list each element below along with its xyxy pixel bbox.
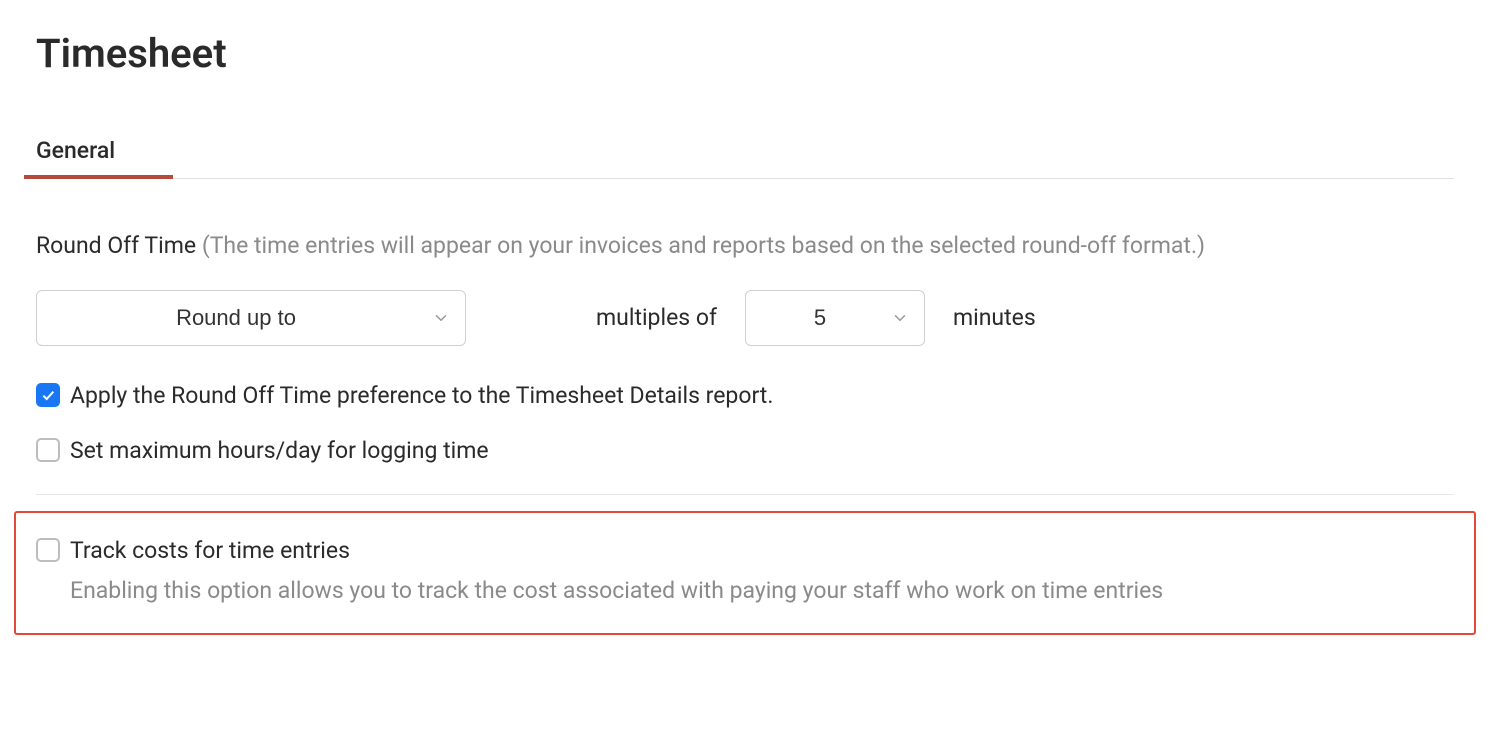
settings-content: Round Off Time (The time entries will ap… [36,179,1454,635]
track-costs-highlight: Track costs for time entries Enabling th… [14,511,1476,635]
round-off-hint: (The time entries will appear on your in… [202,232,1205,259]
page-title: Timesheet [36,30,1454,77]
round-off-controls: Round up to multiples of 5 minutes [36,290,1454,346]
max-hours-label: Set maximum hours/day for logging time [70,437,489,464]
tab-bar: General [36,137,1454,179]
max-hours-row: Set maximum hours/day for logging time [36,437,1454,464]
apply-to-report-label: Apply the Round Off Time preference to t… [70,382,773,409]
round-off-label-row: Round Off Time (The time entries will ap… [36,229,1454,264]
minutes-label: minutes [953,304,1036,331]
round-off-label: Round Off Time [36,232,196,259]
round-value-select[interactable]: 5 [745,290,925,346]
track-costs-checkbox[interactable] [36,538,60,562]
divider [36,494,1454,495]
tab-general[interactable]: General [36,137,115,178]
track-costs-label: Track costs for time entries [70,537,350,564]
round-value-select-wrap: 5 [745,290,925,346]
multiples-of-label: multiples of [596,304,717,331]
apply-to-report-row: Apply the Round Off Time preference to t… [36,382,1454,409]
round-mode-select-wrap: Round up to [36,290,466,346]
track-costs-hint: Enabling this option allows you to track… [70,574,1454,607]
track-costs-row: Track costs for time entries [36,537,1454,564]
max-hours-checkbox[interactable] [36,438,60,462]
apply-to-report-checkbox[interactable] [36,383,60,407]
round-mode-select[interactable]: Round up to [36,290,466,346]
